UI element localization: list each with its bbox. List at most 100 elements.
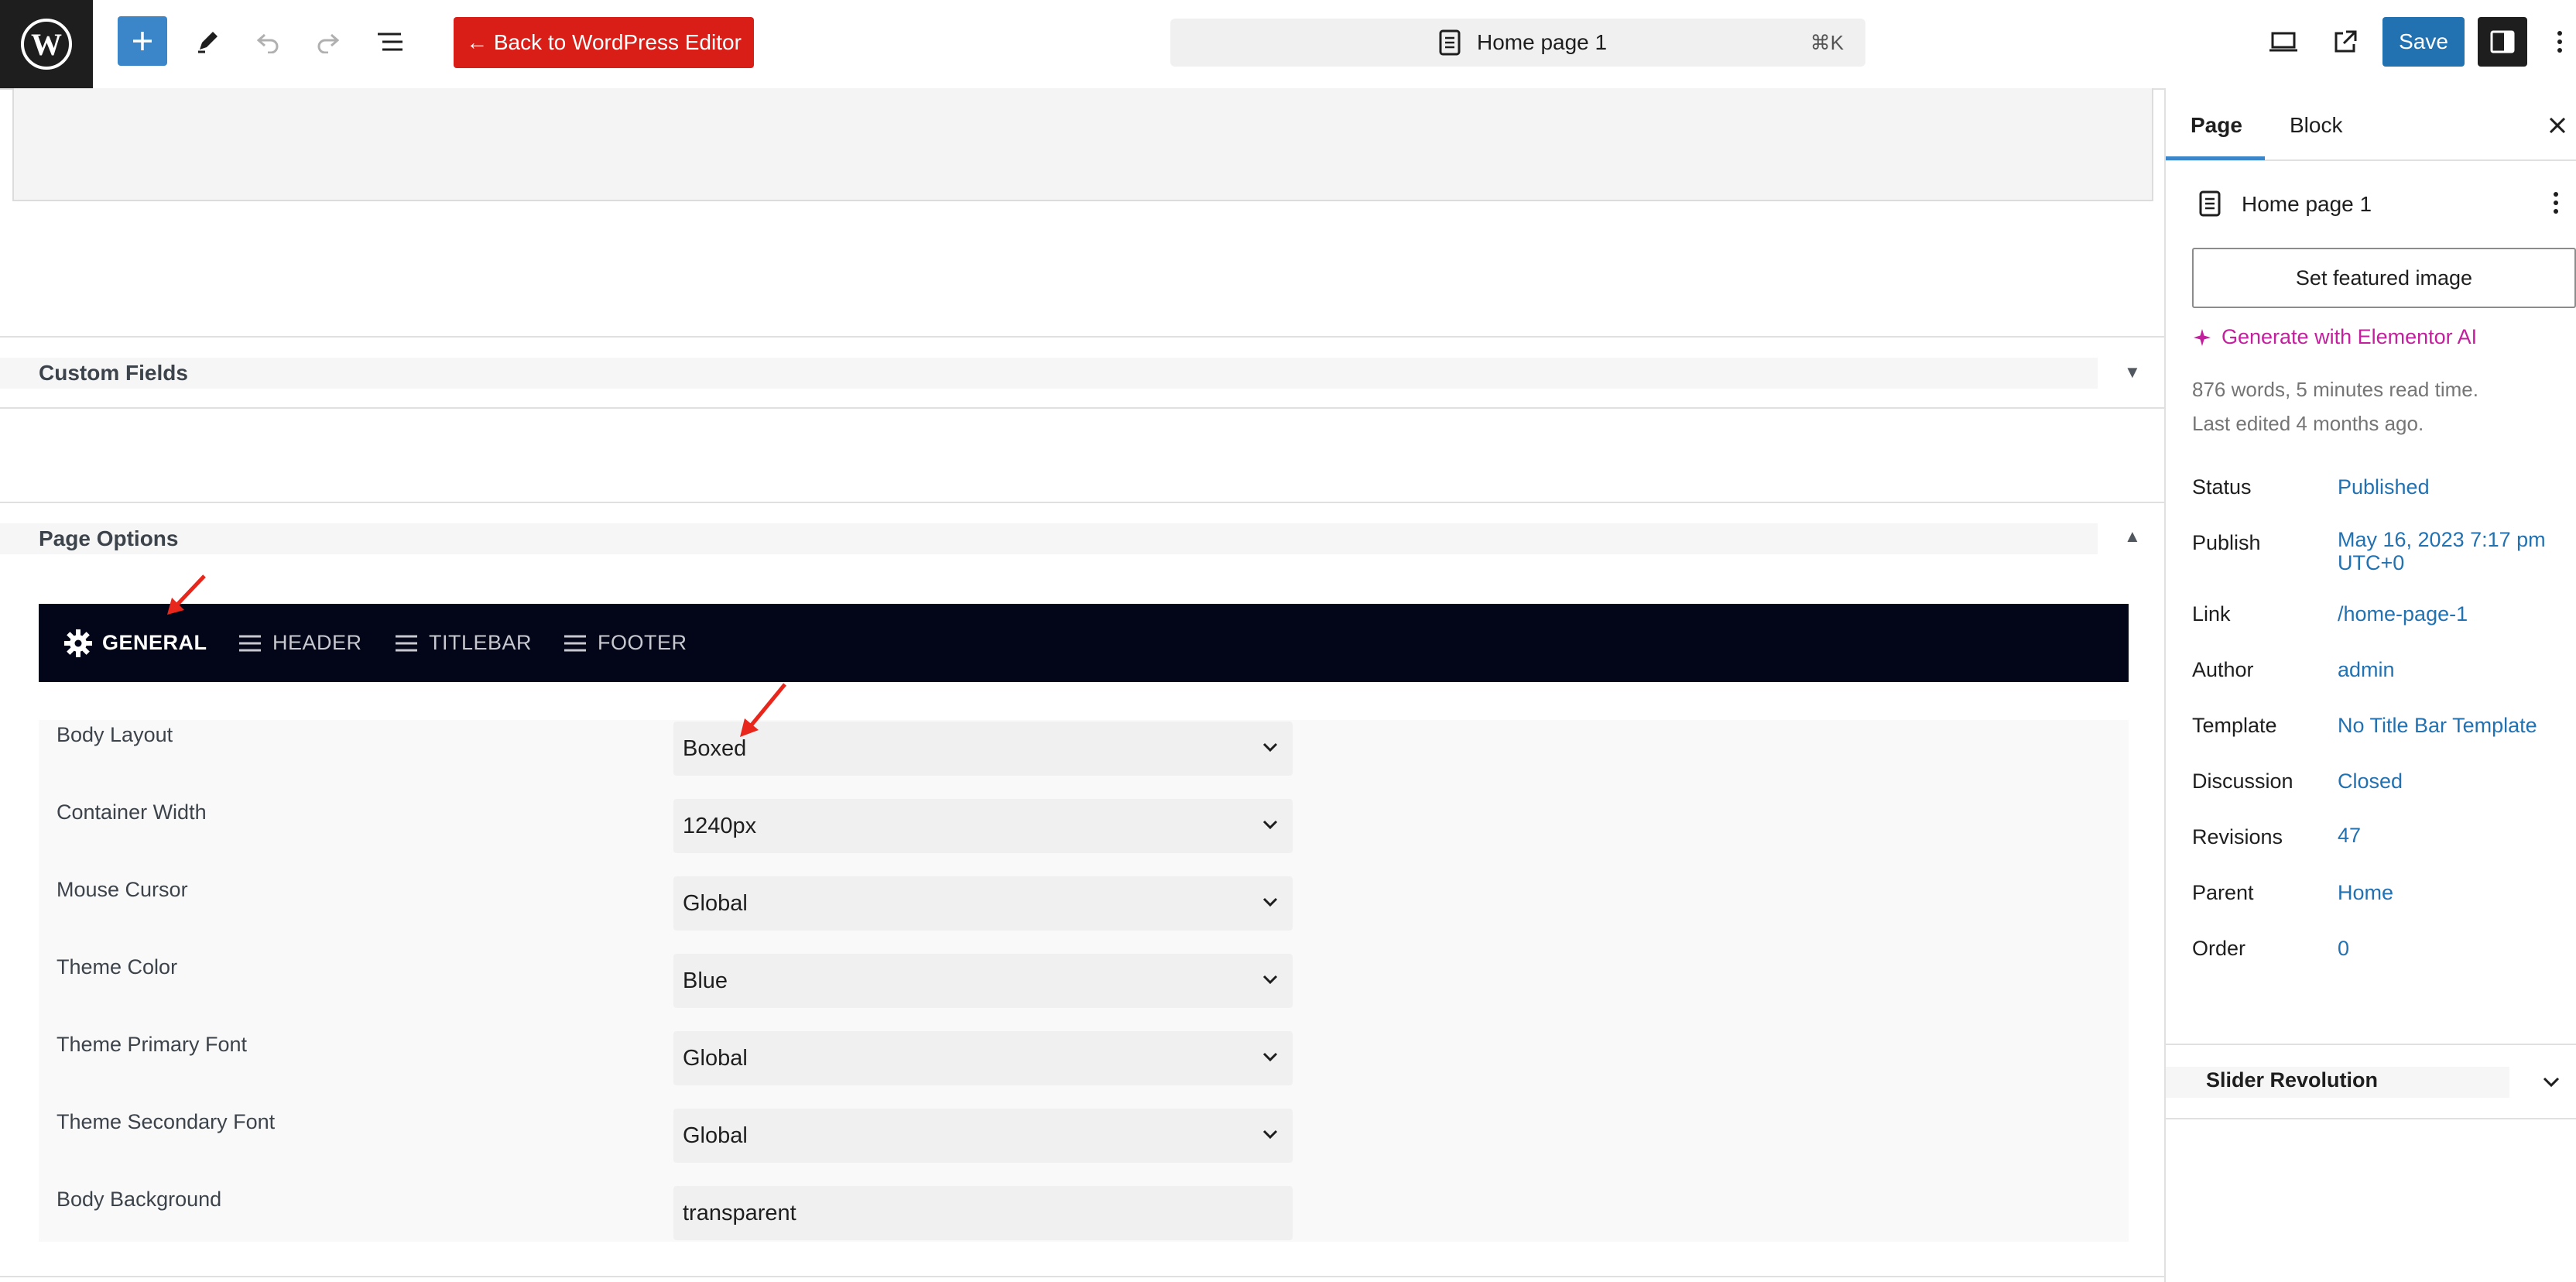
- option-label: Theme Primary Font: [57, 1033, 248, 1056]
- document-overview-button[interactable]: [368, 20, 412, 63]
- set-featured-image-button[interactable]: Set featured image: [2192, 248, 2576, 308]
- option-label: Body Layout: [57, 723, 173, 746]
- external-link-icon: [2334, 30, 2357, 53]
- mouse-cursor-select[interactable]: Global: [673, 876, 1293, 931]
- generate-elementor-ai-link[interactable]: Generate with Elementor AI: [2192, 325, 2477, 349]
- select-value: 1240px: [683, 813, 757, 838]
- preview-button[interactable]: [2262, 20, 2305, 63]
- view-page-button[interactable]: [2324, 20, 2367, 63]
- chevron-down-icon[interactable]: [2540, 1071, 2562, 1093]
- parent-link[interactable]: Home: [2338, 881, 2393, 905]
- option-label: Theme Secondary Font: [57, 1110, 276, 1133]
- gear-icon: [64, 629, 92, 657]
- redo-icon: [317, 33, 340, 53]
- chevron-down-icon: [1262, 975, 1278, 985]
- annotation-arrow-icon: [167, 574, 206, 615]
- theme-primary-font-select[interactable]: Global: [673, 1031, 1293, 1085]
- command-palette-bar[interactable]: Home page 1 ⌘K: [1170, 19, 1865, 67]
- tab-page[interactable]: Page: [2191, 113, 2242, 138]
- sidebar-document-title: Home page 1: [2242, 192, 2372, 216]
- template-label: Template: [2192, 714, 2277, 737]
- chevron-down-icon: [1262, 820, 1278, 830]
- page-options-header[interactable]: [0, 523, 2098, 554]
- tab-header[interactable]: HEADER: [238, 604, 362, 682]
- status-label: Status: [2192, 475, 2252, 499]
- word-count-text: 876 words, 5 minutes read time.: [2192, 378, 2478, 401]
- select-value: Global: [683, 1045, 748, 1071]
- option-label: Container Width: [57, 800, 207, 824]
- parent-label: Parent: [2192, 881, 2254, 904]
- list-view-icon: [378, 33, 402, 51]
- metabox-divider: [0, 1276, 2164, 1277]
- plus-icon: [133, 32, 152, 50]
- body-background-input[interactable]: transparent: [673, 1186, 1293, 1240]
- settings-panel-toggle[interactable]: [2478, 17, 2527, 67]
- custom-fields-header[interactable]: [0, 358, 2098, 389]
- discussion-label: Discussion: [2192, 770, 2293, 793]
- publish-date-link[interactable]: May 16, 2023 7:17 pm: [2338, 528, 2546, 552]
- chevron-down-icon: [1262, 742, 1278, 752]
- status-value-link[interactable]: Published: [2338, 475, 2430, 499]
- back-to-wordpress-editor-button[interactable]: ← Back to WordPress Editor: [454, 17, 754, 68]
- tab-footer-label: FOOTER: [598, 631, 687, 654]
- theme-secondary-font-select[interactable]: Global: [673, 1109, 1293, 1163]
- revisions-label: Revisions: [2192, 825, 2283, 848]
- options-menu-button[interactable]: [2547, 20, 2573, 63]
- tab-general-label: GENERAL: [102, 631, 207, 654]
- sparkle-icon: [2194, 328, 2211, 346]
- metabox-divider: [0, 407, 2164, 409]
- author-label: Author: [2192, 658, 2254, 681]
- order-label: Order: [2192, 937, 2246, 960]
- revisions-link[interactable]: 47: [2338, 824, 2361, 848]
- container-width-select[interactable]: 1240px: [673, 799, 1293, 853]
- metabox-divider: [0, 502, 2164, 503]
- theme-color-select[interactable]: Blue: [673, 954, 1293, 1008]
- chevron-down-icon: [1262, 897, 1278, 907]
- sidebar-icon: [2490, 30, 2515, 53]
- publish-label: Publish: [2192, 531, 2261, 554]
- more-vertical-icon[interactable]: [2553, 190, 2559, 215]
- collapse-caret-icon[interactable]: ▲: [2124, 526, 2141, 547]
- select-value: Global: [683, 1123, 748, 1148]
- svg-text:W: W: [31, 27, 62, 62]
- undo-button[interactable]: [246, 20, 289, 63]
- wordpress-logo-button[interactable]: W: [0, 0, 93, 88]
- chevron-down-icon: [1262, 1052, 1278, 1062]
- undo-icon: [256, 33, 279, 53]
- publish-timezone[interactable]: UTC+0: [2338, 551, 2404, 575]
- editor-canvas-preview: [12, 88, 2153, 201]
- menu-lines-icon: [239, 635, 261, 651]
- page-options-title: Page Options: [39, 526, 179, 550]
- slider-revolution-title: Slider Revolution: [2206, 1068, 2379, 1092]
- keyboard-shortcut: ⌘K: [1810, 31, 1844, 54]
- pencil-icon: [198, 32, 218, 53]
- tab-header-label: HEADER: [272, 631, 362, 654]
- link-label: Link: [2192, 602, 2231, 626]
- more-vertical-icon: [2557, 31, 2562, 53]
- active-tab-indicator: [2166, 156, 2265, 160]
- option-label: Body Background: [57, 1188, 222, 1211]
- template-link[interactable]: No Title Bar Template: [2338, 714, 2537, 738]
- add-block-button[interactable]: [118, 16, 167, 66]
- page-options-tab-bar: GENERAL HEADER TITLEBAR FOOTER: [39, 604, 2129, 682]
- select-value: Global: [683, 890, 748, 916]
- tab-titlebar[interactable]: TITLEBAR: [395, 604, 532, 682]
- tab-footer[interactable]: FOOTER: [564, 604, 687, 682]
- order-link[interactable]: 0: [2338, 937, 2349, 961]
- slider-revolution-panel[interactable]: Slider Revolution: [2166, 1044, 2576, 1119]
- close-icon[interactable]: [2548, 116, 2567, 135]
- tools-button[interactable]: [186, 20, 229, 63]
- generate-ai-label: Generate with Elementor AI: [2221, 325, 2478, 348]
- custom-fields-title: Custom Fields: [39, 361, 188, 385]
- redo-button[interactable]: [307, 20, 350, 63]
- permalink-link[interactable]: /home-page-1: [2338, 602, 2468, 626]
- page-icon: [1439, 29, 1461, 56]
- last-edited-text: Last edited 4 months ago.: [2192, 412, 2424, 435]
- save-button[interactable]: Save: [2382, 17, 2465, 67]
- laptop-icon: [2269, 32, 2297, 52]
- tab-block[interactable]: Block: [2290, 113, 2342, 138]
- tab-titlebar-label: TITLEBAR: [429, 631, 533, 654]
- author-link[interactable]: admin: [2338, 658, 2395, 682]
- expand-caret-icon[interactable]: ▼: [2124, 362, 2141, 382]
- discussion-link[interactable]: Closed: [2338, 770, 2403, 794]
